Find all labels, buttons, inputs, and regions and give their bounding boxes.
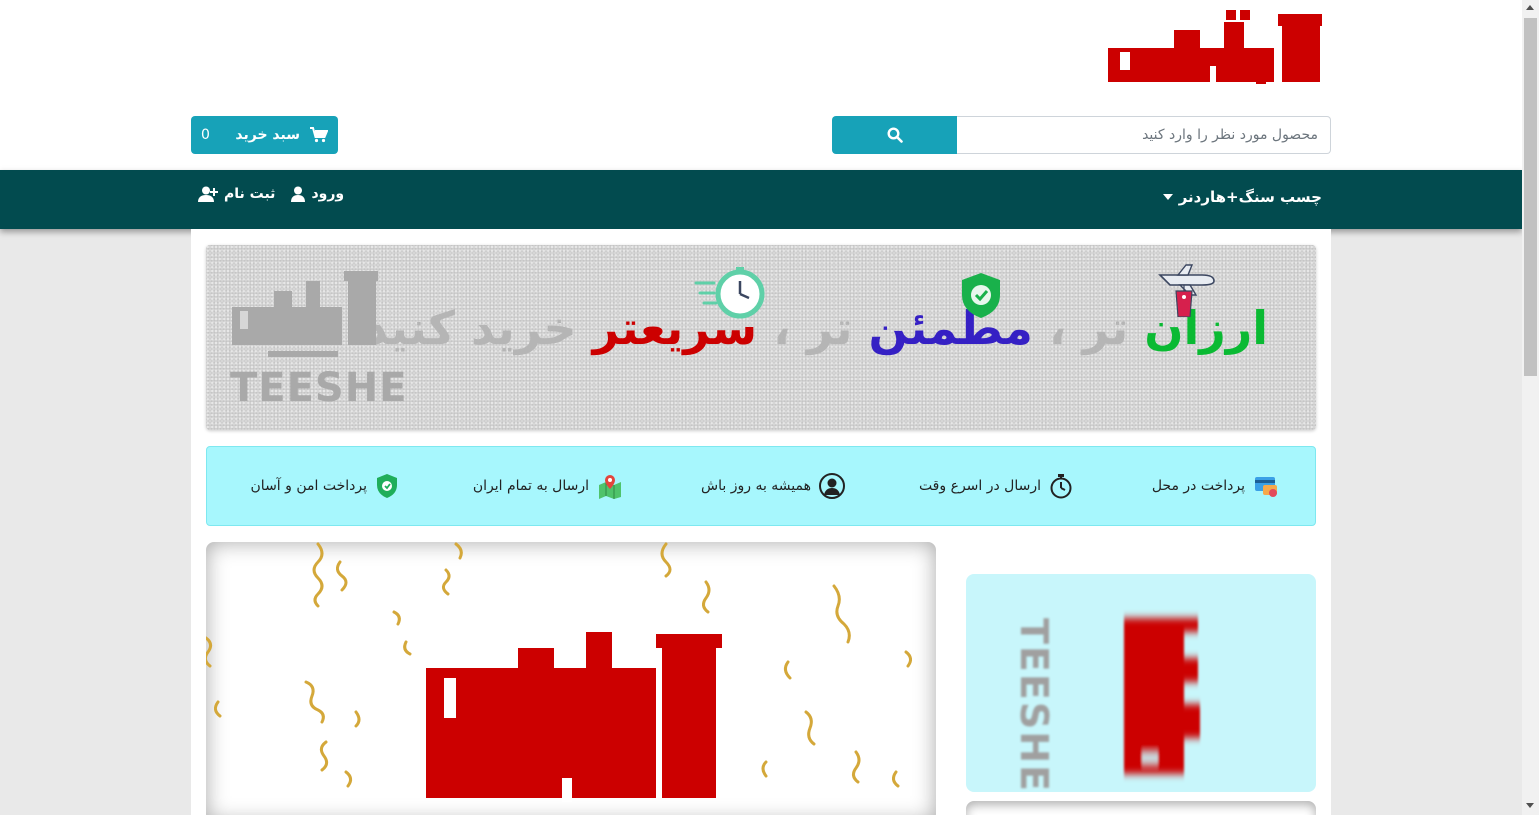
hero-banner[interactable]: ارزان تر ، مطمئن تر ، سریعتر خرید کنید T… [206,245,1316,430]
watermark-caption: TEESHE [230,365,408,411]
card-payment-icon [1255,477,1277,497]
fast-clock-icon [694,267,765,319]
scroll-down-icon[interactable] [1526,803,1534,808]
feature-label: همیشه به روز باش [701,478,811,494]
support-user-icon [819,473,845,499]
register-link[interactable]: ثبت نام [198,186,275,202]
search-icon [886,127,903,143]
slogan-tail: خرید کنید [364,301,593,355]
scrollbar-thumb[interactable] [1524,18,1537,376]
features-bar: پرداخت در محل ارسال در اسرع وقت همیشه به… [206,446,1316,526]
login-label: ورود [311,186,345,202]
cart-icon [310,127,328,143]
search-input[interactable] [957,116,1331,154]
map-pin-icon [599,475,621,499]
category-dropdown[interactable]: چسب سنگ+هاردنر [1162,188,1322,206]
slogan-separator: تر ، [757,301,869,355]
scroll-up-icon[interactable] [1526,5,1534,10]
user-icon [291,186,306,202]
caret-down-icon [1162,194,1173,200]
slogan-separator: تر ، [1032,301,1145,355]
search-bar [832,116,1331,154]
promo-banner-main[interactable] [206,542,936,815]
feature-cash-on-delivery: پرداخت در محل [1152,473,1279,499]
cart-count: 0 [201,127,210,143]
feature-stay-updated: همیشه به روز باش [701,473,845,499]
header: سبد خرید 0 [0,0,1522,170]
feature-secure-payment: پرداخت امن و آسان [251,473,399,499]
category-label: چسب سنگ+هاردنر [1178,188,1322,206]
auth-links: ثبت نام ورود [198,186,344,202]
teeshe-logo[interactable] [1106,8,1322,84]
stopwatch-icon [1050,474,1072,499]
feature-label: ارسال به تمام ایران [472,478,589,494]
teeshe-promo-logo [426,632,722,802]
shield-icon [377,474,397,498]
banner-slogan: ارزان تر ، مطمئن تر ، سریعتر خرید کنید [364,301,1268,355]
feature-label: پرداخت امن و آسان [250,478,367,494]
promo-banner-side-secondary[interactable] [966,801,1316,815]
user-plus-icon [198,186,218,202]
cart-label: سبد خرید [235,127,300,143]
slogan-word-safer: مطمئن [868,301,1033,355]
promo-banner-side[interactable]: TEESHE [966,574,1316,792]
shield-check-icon [962,273,1000,318]
login-link[interactable]: ورود [291,186,344,202]
register-label: ثبت نام [224,186,276,202]
feature-label: پرداخت در محل [1151,478,1245,494]
side-caption: TEESHE [1012,618,1056,792]
search-button[interactable] [832,116,957,154]
plane-price-tag-icon [1158,264,1215,317]
cart-button[interactable]: سبد خرید 0 [191,116,338,154]
feature-nationwide-shipping: ارسال به تمام ایران [473,473,623,499]
feature-fast-shipping: ارسال در اسرع وقت [919,473,1073,499]
feature-label: ارسال در اسرع وقت [918,478,1041,494]
